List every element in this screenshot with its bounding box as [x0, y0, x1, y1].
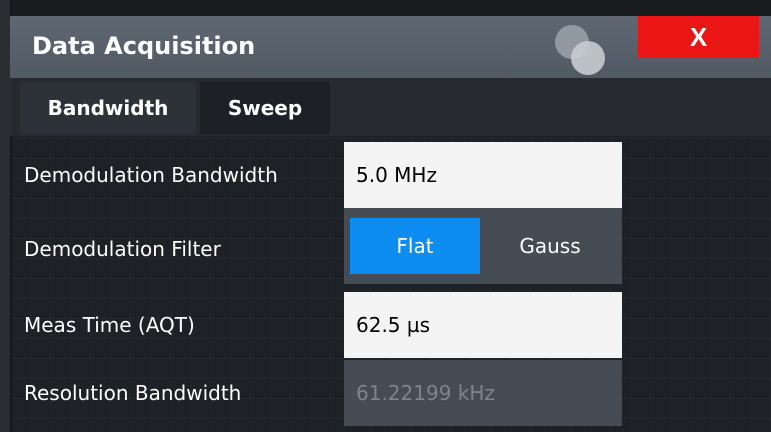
tab-bar: Bandwidth Sweep — [10, 78, 771, 136]
demod-filter-toggle: Flat Gauss — [344, 208, 622, 284]
demod-filter-label: Demodulation Filter — [24, 237, 221, 261]
tab-sweep[interactable]: Sweep — [200, 82, 330, 134]
res-bandwidth-label: Resolution Bandwidth — [24, 381, 242, 405]
logo-icon — [555, 25, 605, 75]
top-strip — [0, 0, 771, 16]
dialog-window: Data Acquisition X Bandwidth Sweep Demod… — [0, 0, 771, 432]
title-bar: Data Acquisition X — [10, 16, 771, 78]
close-button[interactable]: X — [638, 16, 759, 58]
meas-time-label: Meas Time (AQT) — [24, 313, 195, 337]
demod-bandwidth-label: Demodulation Bandwidth — [24, 163, 278, 187]
meas-time-input[interactable] — [344, 292, 622, 358]
demod-bandwidth-input[interactable] — [344, 142, 622, 208]
close-icon: X — [689, 21, 708, 52]
filter-gauss-option[interactable]: Gauss — [482, 218, 618, 274]
filter-flat-option[interactable]: Flat — [350, 218, 480, 274]
dialog-title: Data Acquisition — [32, 32, 256, 60]
tab-bandwidth[interactable]: Bandwidth — [20, 82, 196, 134]
res-bandwidth-input — [344, 360, 622, 426]
